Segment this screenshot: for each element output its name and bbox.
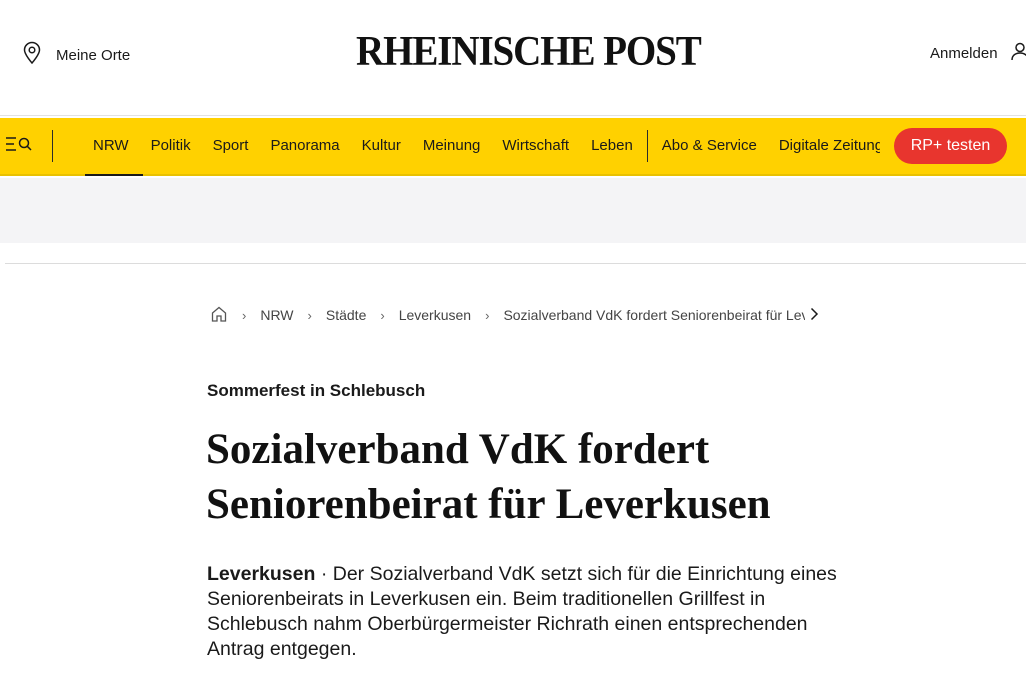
nav-item-wirtschaft[interactable]: Wirtschaft <box>491 118 580 174</box>
article-lead: Leverkusen · Der Sozialverband VdK setzt… <box>207 562 847 662</box>
my-places-button[interactable]: Meine Orte <box>22 41 130 70</box>
chevron-right-icon: › <box>485 307 490 323</box>
breadcrumb-scroll-button[interactable] <box>809 307 819 324</box>
divider <box>5 263 1026 264</box>
site-header: Meine Orte RHEINISCHE POST Anmelden <box>0 0 1026 116</box>
nav-item-meinung[interactable]: Meinung <box>412 118 492 174</box>
chevron-right-icon <box>809 307 819 324</box>
ad-placeholder <box>0 178 1026 243</box>
nav-item-panorama[interactable]: Panorama <box>259 118 350 174</box>
article-dateline: Leverkusen <box>207 563 316 585</box>
breadcrumb-current: Sozialverband VdK fordert Seniorenbeirat… <box>503 307 806 323</box>
menu-search-icon <box>4 135 34 158</box>
nav-item-sport[interactable]: Sport <box>202 118 260 174</box>
location-pin-icon <box>22 41 42 70</box>
nav-item-politik[interactable]: Politik <box>140 118 202 174</box>
breadcrumb-item-leverkusen[interactable]: Leverkusen <box>399 307 471 323</box>
nav-divider <box>646 130 648 162</box>
my-places-label: Meine Orte <box>56 47 131 64</box>
nav-divider <box>52 130 53 162</box>
nav-item-digitale-zeitung[interactable]: Digitale Zeitung <box>768 118 880 174</box>
site-logo[interactable]: RHEINISCHE POST <box>356 26 702 78</box>
nav-item-kultur[interactable]: Kultur <box>351 118 412 174</box>
breadcrumb-home[interactable] <box>210 305 228 326</box>
chevron-right-icon: › <box>307 307 312 323</box>
chevron-right-icon: › <box>242 307 247 323</box>
chevron-right-icon: › <box>380 307 385 323</box>
article-kicker: Sommerfest in Schlebusch <box>207 381 426 400</box>
login-label: Anmelden <box>930 45 998 62</box>
user-icon <box>1010 41 1026 66</box>
breadcrumb-item-staedte[interactable]: Städte <box>326 307 366 323</box>
login-button[interactable]: Anmelden <box>930 41 1026 66</box>
breadcrumb: › NRW › Städte › Leverkusen › Sozialverb… <box>210 303 819 327</box>
main-navigation: NRW Politik Sport Panorama Kultur Meinun… <box>0 118 1026 176</box>
nav-item-leben[interactable]: Leben <box>580 118 644 174</box>
nav-items: NRW Politik Sport Panorama Kultur Meinun… <box>82 118 880 176</box>
article-headline: Sozialverband VdK fordert Seniorenbeirat… <box>206 426 771 528</box>
home-icon <box>210 306 228 326</box>
nav-item-abo-service[interactable]: Abo & Service <box>651 118 768 174</box>
rp-plus-trial-button[interactable]: RP+ testen <box>894 128 1007 164</box>
menu-search-button[interactable] <box>4 134 36 158</box>
dateline-separator: · <box>315 563 333 585</box>
breadcrumb-item-nrw[interactable]: NRW <box>260 307 293 323</box>
nav-item-nrw[interactable]: NRW <box>82 118 143 176</box>
